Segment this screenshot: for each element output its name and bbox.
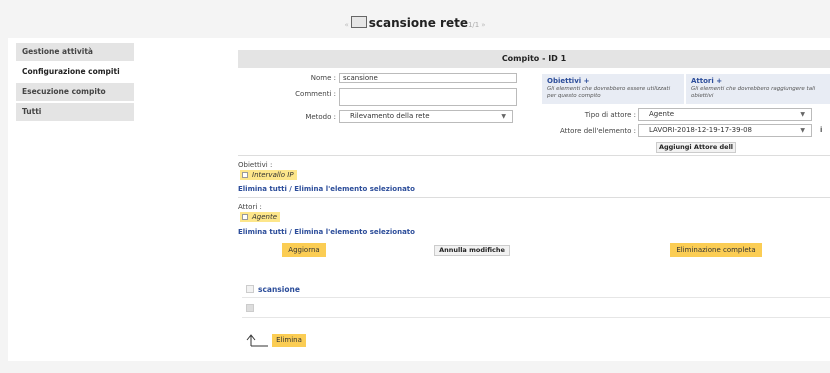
actor-type-select-value: Agente: [649, 110, 675, 118]
next-nav-button[interactable]: »: [481, 21, 485, 29]
page-title-text: scansione rete: [368, 16, 468, 30]
method-select[interactable]: Rilevamento della rete ▼: [339, 110, 513, 123]
chevron-down-icon: ▼: [501, 113, 506, 120]
name-label: Nome :: [310, 74, 336, 82]
row-checkbox[interactable]: [246, 304, 254, 312]
add-actor-button[interactable]: Aggiungi Attore dell: [656, 142, 736, 153]
objectives-label: Obiettivi :: [238, 161, 273, 169]
actors-description: Gli elementi che dovrebbero raggiungere …: [691, 86, 816, 99]
chevron-down-icon: ▼: [800, 127, 805, 134]
comments-textarea[interactable]: [339, 88, 517, 106]
actor-type-select[interactable]: Agente ▼: [638, 108, 812, 121]
prev-nav-button[interactable]: «: [344, 21, 348, 29]
page-counter: 1/1: [467, 21, 480, 29]
update-button[interactable]: Aggiorna: [282, 243, 326, 257]
divider: [238, 197, 830, 198]
element-actor-select[interactable]: LAVORI-2018-12-19-17-39-08 ▼: [638, 124, 812, 137]
cancel-changes-button[interactable]: Annulla modifiche: [434, 245, 510, 256]
delete-button[interactable]: Elimina: [272, 334, 306, 347]
task-header: Compito - ID 1: [238, 50, 830, 68]
name-input[interactable]: scansione: [339, 73, 517, 83]
objectives-delete-links[interactable]: Elimina tutti / Elimina l'elemento selez…: [238, 185, 415, 193]
actors-add-link[interactable]: Attori +: [691, 77, 825, 85]
delete-all-button[interactable]: Eliminazione completa: [670, 243, 762, 257]
actors-label: Attori :: [238, 203, 262, 211]
table-row[interactable]: scansione: [242, 281, 830, 298]
actor-type-label: Tipo di attore :: [584, 111, 636, 119]
row-checkbox[interactable]: [246, 285, 254, 293]
table-row[interactable]: [242, 299, 830, 318]
document-icon: [350, 16, 367, 28]
sidebar-item-tutti[interactable]: Tutti: [16, 103, 134, 121]
method-select-value: Rilevamento della rete: [350, 112, 430, 120]
objectives-info-box[interactable]: Obiettivi + Gli elementi che dovrebbero …: [542, 74, 684, 104]
main-panel: Gestione attività Configurazione compiti…: [8, 38, 830, 361]
top-bar: « scansione rete1/1»: [0, 0, 830, 38]
page-title: « scansione rete1/1»: [0, 16, 830, 30]
method-label: Metodo :: [305, 113, 336, 121]
comments-label: Commenti :: [295, 90, 336, 98]
sidebar-item-gestione-attivita[interactable]: Gestione attività: [16, 43, 134, 61]
element-actor-label: Attore dell'elemento :: [560, 127, 636, 135]
objective-item[interactable]: Intervallo IP: [240, 170, 297, 180]
objectives-add-link[interactable]: Obiettivi +: [547, 77, 679, 85]
objective-item-label: Intervallo IP: [252, 171, 294, 179]
objective-item-checkbox[interactable]: [242, 172, 248, 178]
task-editor: Compito - ID 1 Nome : scansione Commenti…: [238, 48, 830, 361]
sidebar: Gestione attività Configurazione compiti…: [16, 43, 134, 123]
info-icon[interactable]: i: [820, 126, 822, 134]
row-label[interactable]: scansione: [258, 285, 300, 294]
return-arrow-icon: [246, 334, 268, 347]
actors-delete-links[interactable]: Elimina tutti / Elimina l'elemento selez…: [238, 228, 415, 236]
objectives-description: Gli elementi che dovrebbero essere utili…: [547, 86, 671, 99]
chevron-down-icon: ▼: [800, 111, 805, 118]
footer: [0, 361, 830, 373]
element-actor-select-value: LAVORI-2018-12-19-17-39-08: [649, 126, 753, 134]
actor-item-checkbox[interactable]: [242, 214, 248, 220]
sidebar-item-esecuzione-compito[interactable]: Esecuzione compito: [16, 83, 134, 101]
sidebar-item-configurazione-compiti[interactable]: Configurazione compiti: [16, 63, 134, 81]
actor-item[interactable]: Agente: [240, 212, 281, 222]
divider: [238, 155, 830, 156]
actor-item-label: Agente: [252, 213, 278, 221]
actors-info-box[interactable]: Attori + Gli elementi che dovrebbero rag…: [686, 74, 830, 104]
